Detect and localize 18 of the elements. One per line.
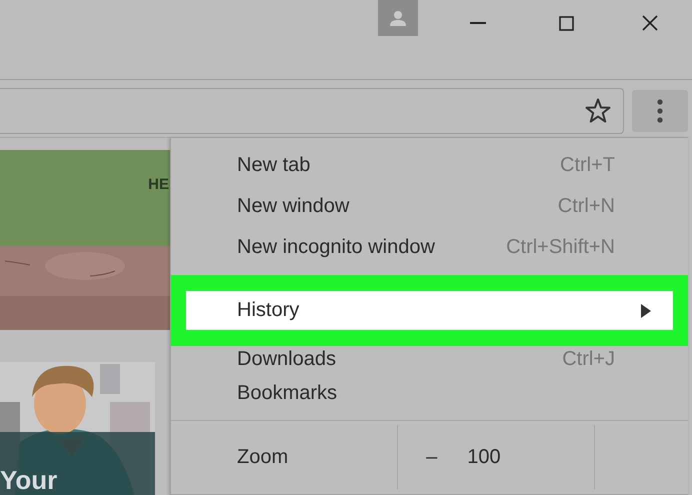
card-title: Your [0, 467, 58, 493]
menu-item[interactable]: Downloads Ctrl+J [171, 346, 688, 373]
menu-item[interactable]: New incognito window Ctrl+Shift+N [171, 227, 688, 268]
person-icon [389, 10, 407, 26]
submenu-arrow-icon [641, 304, 651, 318]
close-icon [642, 15, 658, 31]
minimize-icon [470, 22, 486, 24]
nav-label: HE [148, 176, 169, 192]
zoom-out-button[interactable]: – [426, 446, 438, 468]
star-icon [585, 98, 611, 123]
zoom-level: 100 [467, 446, 501, 468]
more-icon [657, 98, 663, 122]
menu-item[interactable]: New window Ctrl+N [171, 186, 688, 227]
menu-item[interactable]: Bookmarks [171, 373, 688, 414]
menu-item[interactable]: New tab Ctrl+T [171, 145, 688, 186]
maximize-icon [558, 16, 574, 30]
menu-item[interactable]: History [186, 291, 673, 330]
menu-button[interactable] [632, 90, 688, 132]
